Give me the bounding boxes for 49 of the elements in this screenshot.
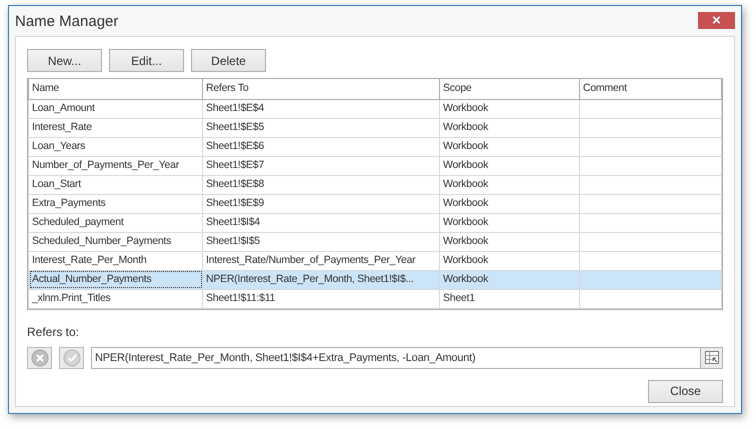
formula-field[interactable]: NPER(Interest_Rate_Per_Month, Sheet1!$I$4+Extra_Payments, -Loan_Amount) (91, 346, 700, 368)
toolbar-button[interactable]: Edit... (109, 49, 184, 72)
table-cell: Loan_Years (28, 137, 202, 156)
table-cell: Scheduled_payment (28, 213, 202, 232)
column-header[interactable]: Scope (440, 79, 580, 99)
column-header[interactable]: Name (28, 79, 202, 99)
window-title: Name Manager (15, 12, 118, 32)
table-cell: Sheet1!$E$6 (202, 137, 440, 156)
table-cell: Sheet1!$E$5 (202, 118, 440, 137)
table-cell: _xlnm.Print_Titles (28, 289, 202, 308)
toolbar-button[interactable]: New... (27, 49, 102, 72)
table-cell: Loan_Start (28, 175, 202, 194)
table-cell: Scheduled_Number_Payments (28, 232, 202, 251)
table-cell: Workbook (440, 251, 580, 270)
table-cell: Workbook (440, 137, 580, 156)
table-cell: Workbook (440, 99, 580, 118)
field-label: Refers to: (27, 324, 80, 340)
column-header[interactable]: Refers To (202, 79, 440, 99)
table-cell: Workbook (440, 156, 580, 175)
table-cell: Workbook (440, 270, 580, 289)
table-cell: Sheet1!$E$9 (202, 194, 440, 213)
table-cell: Sheet1!$E$8 (202, 175, 440, 194)
table-cell: Actual_Number_Payments (28, 270, 202, 289)
table-cell: Workbook (440, 118, 580, 137)
checkmark-icon (62, 348, 80, 366)
close-button[interactable]: Close (648, 380, 723, 402)
table-cell: Sheet1 (440, 289, 580, 308)
table-cell: Sheet1!$I$4 (202, 213, 440, 232)
table-cell: Loan_Amount (28, 99, 202, 118)
toolbar-button[interactable]: Delete (191, 49, 266, 72)
range-picker-button[interactable] (700, 346, 723, 368)
table-cell: Sheet1!$11:$11 (202, 289, 440, 308)
table-cell: Interest_Rate_Per_Month (28, 251, 202, 270)
column-header[interactable]: Comment (580, 79, 722, 99)
table-cell: Workbook (440, 232, 580, 251)
table-cell: Workbook (440, 175, 580, 194)
close-button[interactable]: × (698, 12, 735, 29)
table-cell: Extra_Payments (28, 194, 202, 213)
grid-arrow-icon (704, 351, 718, 364)
table-cell: Workbook (440, 213, 580, 232)
table-cell: Interest_Rate (28, 118, 202, 137)
table-cell: Interest_Rate/Number_of_Payments_Per_Year (202, 251, 440, 270)
table-cell: Sheet1!$I$5 (202, 232, 440, 251)
table-cell: Sheet1!$E$4 (202, 99, 440, 118)
table-cell: NPER(Interest_Rate_Per_Month, Sheet1!$I$... (202, 270, 440, 289)
table-cell: Workbook (440, 194, 580, 213)
cancel-icon (30, 348, 48, 366)
table-cell: Sheet1!$E$7 (202, 156, 440, 175)
table-cell: Number_of_Payments_Per_Year (28, 156, 202, 175)
